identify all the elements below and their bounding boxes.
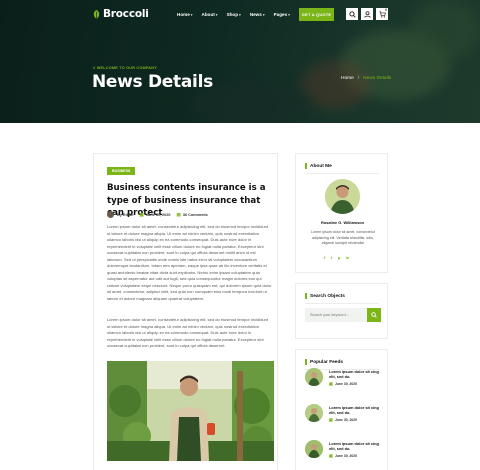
person-avatar — [325, 179, 360, 214]
comment-icon: ▤ — [176, 211, 181, 217]
nav-item-about[interactable]: About ▾ — [202, 12, 218, 17]
page-hero: Broccoli Home ▾ About ▾ Shop ▾ News ▾ Pa… — [0, 0, 480, 123]
search-submit-button[interactable] — [367, 308, 381, 322]
feed-thumbnail-image — [305, 368, 323, 386]
chevron-down-icon: ▾ — [190, 12, 193, 17]
nav-item-pages[interactable]: Pages ▾ — [274, 12, 290, 17]
author-name[interactable]: By Ethan — [117, 213, 133, 217]
account-button[interactable] — [361, 8, 373, 20]
cart-button[interactable]: 0 — [376, 8, 388, 20]
feed-date: ▦ June 30, 2020 — [329, 381, 357, 386]
author-bio: Lorem ipsum dolor sit amet, consectetur … — [311, 230, 375, 246]
search-widget: Search Objects — [295, 283, 388, 339]
widget-title: About Me — [305, 163, 332, 169]
feed-title[interactable]: Lorem ipsum dolor sit cing elit, sed do. — [329, 441, 383, 452]
feed-title[interactable]: Lorem ipsum dolor sit cing elit, sed do. — [329, 405, 383, 416]
nav-item-label: Shop — [226, 12, 239, 17]
feed-thumbnail — [305, 368, 323, 386]
feed-item[interactable]: Lorem ipsum dolor sit cing elit, sed do.… — [305, 404, 385, 426]
search-icon — [348, 10, 356, 18]
article-meta: By Ethan ▦ June 30, 2020 ▤ 36 Comments — [107, 211, 208, 218]
linkedin-icon[interactable]: in — [346, 255, 350, 260]
logo-text: Broccoli — [103, 8, 149, 20]
title-accent-bar — [305, 359, 307, 365]
nav-item-news[interactable]: News ▾ — [250, 12, 265, 17]
leaf-icon — [93, 9, 100, 19]
calendar-icon: ▦ — [329, 417, 333, 422]
widget-title-text: About Me — [310, 163, 332, 169]
popular-feeds-widget: Popular Feeds Lorem ipsum dolor sit cing… — [295, 349, 388, 470]
pinterest-icon[interactable]: p — [338, 255, 340, 260]
category-badge[interactable]: BUSINESS — [107, 167, 136, 175]
title-accent-bar — [305, 163, 307, 169]
feed-thumbnail — [305, 404, 323, 422]
divider — [305, 173, 379, 174]
main-navigation: Broccoli Home ▾ About ▾ Shop ▾ News ▾ Pa… — [0, 0, 480, 30]
feed-date-text: June 30, 2020 — [334, 453, 358, 458]
chevron-down-icon: ▾ — [215, 12, 218, 17]
nav-item-label: News — [249, 12, 262, 17]
feed-date: ▦ June 30, 2020 — [329, 453, 357, 458]
hero-background-decor — [300, 60, 370, 110]
feed-date: ▦ June 30, 2020 — [329, 417, 357, 422]
post-date: June 30, 2020 — [145, 212, 171, 217]
author-photo — [325, 179, 360, 214]
feed-thumbnail-image — [305, 440, 323, 458]
search-button[interactable] — [346, 8, 358, 20]
chevron-down-icon: ▾ — [239, 12, 241, 17]
nav-item-home[interactable]: Home ▾ — [177, 12, 193, 17]
widget-title: Popular Feeds — [305, 359, 343, 365]
facebook-icon[interactable]: f — [324, 255, 325, 260]
breadcrumb: Home / News Details — [341, 76, 391, 81]
social-links: f t p in — [324, 255, 349, 260]
author-avatar — [107, 211, 114, 218]
widget-title-text: Popular Feeds — [310, 359, 344, 365]
feed-date-text: June 30, 2020 — [334, 381, 358, 386]
article-card: BUSINESS Business contents insurance is … — [93, 153, 278, 470]
comment-count[interactable]: 36 Comments — [183, 213, 208, 217]
nav-item-label: Pages — [273, 12, 288, 17]
article-paragraph: Lorem ipsum dolor sit amet, consectetur … — [107, 224, 272, 302]
feed-item[interactable]: Lorem ipsum dolor sit cing elit, sed do.… — [305, 368, 385, 390]
search-input[interactable] — [305, 308, 367, 322]
get-a-quote-button[interactable]: GET A QUOTE — [299, 8, 334, 21]
article-paragraph: Lorem ipsum dolor sit amet, consectetur … — [107, 317, 269, 349]
breadcrumb-current: News Details — [363, 76, 392, 81]
feed-thumbnail-image — [305, 404, 323, 422]
chevron-down-icon: ▾ — [288, 12, 290, 17]
page-title: News Details — [92, 72, 213, 92]
nav-item-shop[interactable]: Shop ▾ — [227, 12, 241, 17]
author-name: Rosaline G. Williamson — [321, 220, 364, 225]
search-icon — [371, 312, 377, 318]
title-accent-bar — [305, 293, 307, 299]
breadcrumb-separator: / — [357, 76, 360, 81]
cart-count-badge: 0 — [385, 8, 387, 12]
widget-title: Search Objects — [305, 293, 345, 299]
chevron-down-icon: ▾ — [262, 12, 265, 17]
divider — [305, 303, 379, 304]
calendar-icon: ▦ — [329, 381, 333, 386]
twitter-icon[interactable]: t — [331, 255, 332, 260]
nav-item-label: Home — [177, 12, 190, 17]
calendar-icon: ▦ — [139, 211, 144, 217]
feed-item[interactable]: Lorem ipsum dolor sit cing elit, sed do.… — [305, 440, 385, 462]
breadcrumb-home-link[interactable]: Home — [341, 76, 354, 81]
feed-date-text: June 30, 2020 — [334, 417, 358, 422]
widget-title-text: Search Objects — [310, 293, 345, 299]
calendar-icon: ▦ — [329, 453, 333, 458]
site-logo[interactable]: Broccoli — [92, 8, 149, 20]
feed-thumbnail — [305, 440, 323, 458]
hero-subtitle: // WELCOME TO OUR COMPANY — [93, 66, 157, 70]
article-image — [107, 361, 274, 461]
nav-item-label: About — [201, 12, 215, 17]
gardener-photo — [107, 361, 274, 461]
about-widget: About Me Rosaline G. Williamson Lorem ip… — [295, 153, 388, 273]
user-icon — [363, 10, 371, 18]
feed-title[interactable]: Lorem ipsum dolor sit cing elit, sed do. — [329, 369, 383, 380]
